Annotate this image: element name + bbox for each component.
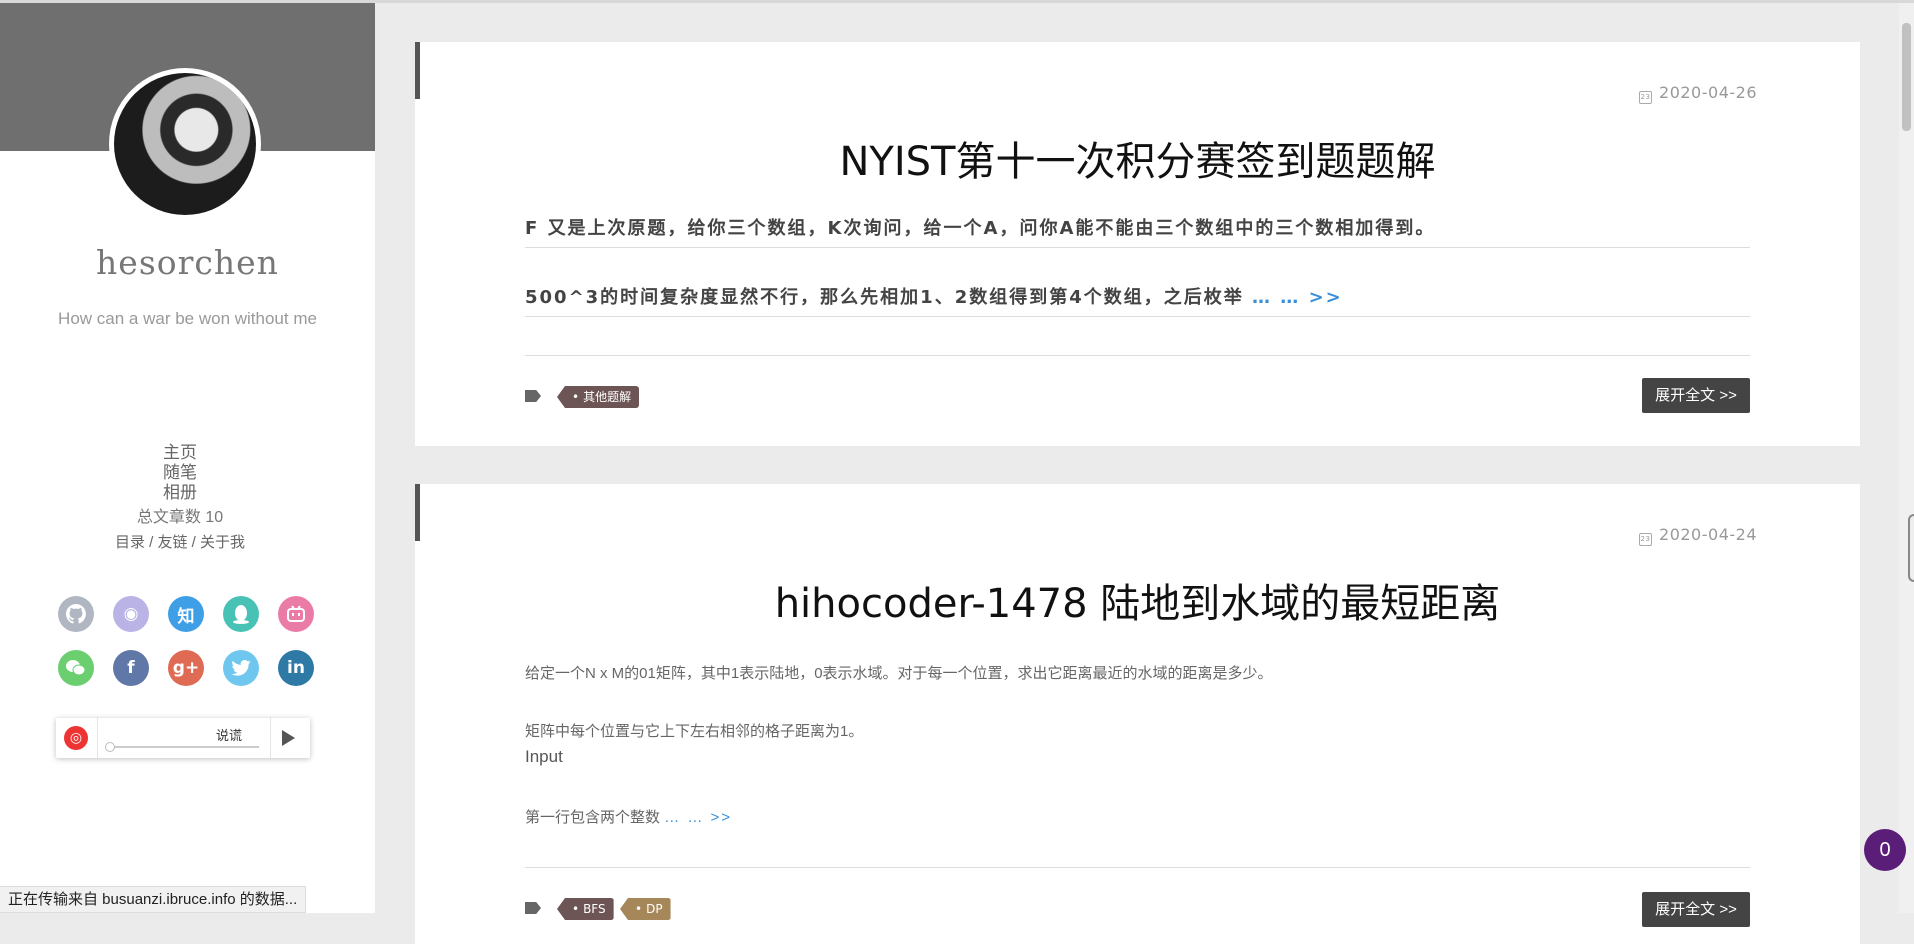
post-card: 23 2020-04-24 hihocoder-1478 陆地到水域的最短距离 给… (415, 484, 1860, 944)
excerpt-divider (525, 316, 1750, 317)
page-scrollbar[interactable] (1899, 3, 1914, 913)
qq-icon[interactable] (223, 596, 259, 632)
avatar[interactable] (109, 68, 261, 220)
browser-status-bar: 正在传输来自 busuanzi.ibruce.info 的数据... (0, 886, 307, 913)
sidebar-links: 目录 / 友链 / 关于我 (0, 530, 360, 556)
progress-knob[interactable] (105, 742, 115, 752)
music-player: ◎ 说谎 (56, 718, 310, 758)
avatar-photo (114, 73, 256, 215)
excerpt-text: Input (525, 747, 563, 766)
excerpt-text: 第一行包含两个整数 (525, 809, 661, 826)
post-card: 23 2020-04-26 NYIST第十一次积分赛签到题题解 F 又是上次原题，… (415, 42, 1860, 446)
post-date-text: 2020-04-24 (1659, 525, 1757, 544)
link-toc[interactable]: 目录 (115, 534, 145, 551)
post-date: 23 2020-04-26 (1639, 83, 1757, 104)
tag-chip[interactable]: 其他题解 (557, 386, 640, 408)
progress-track[interactable] (109, 746, 259, 748)
sidebar-nav: 主页 随笔 相册 总文章数 10 目录 / 友链 / 关于我 (0, 443, 360, 556)
tag-chip[interactable]: DP (620, 898, 671, 920)
read-more-link[interactable]: … … >> (664, 809, 732, 826)
post-excerpt-line: F 又是上次原题，给你三个数组，K次询问，给一个A，问你A能不能由三个数组中的三… (525, 214, 1750, 240)
player-divider-right (270, 718, 271, 758)
song-title: 说谎 (216, 728, 243, 743)
zhihu-icon[interactable]: 知 (168, 596, 204, 632)
play-icon[interactable] (282, 730, 295, 746)
expand-full-button[interactable]: 展开全文 >> (1642, 892, 1750, 927)
excerpt-text: 500^3的时间复杂度显然不行，那么先相加1、2数组得到第4个数组，之后枚举 (525, 287, 1244, 308)
post-date-text: 2020-04-26 (1659, 83, 1757, 102)
tag-chip[interactable]: BFS (557, 898, 614, 920)
nav-essays[interactable]: 随笔 (0, 463, 360, 483)
googleplus-icon[interactable]: g+ (168, 650, 204, 686)
author-motto: How can a war be won without me (58, 309, 317, 328)
sidebar: hesorchen How can a war be won without m… (0, 3, 375, 913)
post-title[interactable]: NYIST第十一次积分赛签到题题解 (415, 129, 1860, 187)
footer-divider (525, 355, 1750, 356)
read-more-link[interactable]: … … >> (1252, 287, 1343, 308)
author-name[interactable]: hesorchen (0, 243, 375, 282)
excerpt-text: F 又是上次原题，给你三个数组，K次询问，给一个A，问你A能不能由三个数组中的三… (525, 218, 1436, 239)
facebook-icon[interactable]: f (113, 650, 149, 686)
post-accent-bar (415, 42, 420, 99)
social-links: ◉ 知 f g+ in (58, 596, 328, 704)
weibo-icon[interactable]: ◉ (113, 596, 149, 632)
linkedin-icon[interactable]: in (278, 650, 314, 686)
wechat-icon[interactable] (58, 650, 94, 686)
post-excerpt-line: 第一行包含两个整数 … … >> (525, 806, 1750, 827)
excerpt-text: 矩阵中每个位置与它上下左右相邻的格子距离为1。 (525, 723, 864, 740)
post-date: 23 2020-04-24 (1639, 525, 1757, 546)
github-icon[interactable] (58, 596, 94, 632)
calendar-icon: 23 (1639, 533, 1653, 546)
expand-full-button[interactable]: 展开全文 >> (1642, 378, 1750, 413)
nav-home[interactable]: 主页 (0, 443, 360, 463)
tag-icon (525, 902, 541, 914)
post-excerpt-line: 500^3的时间复杂度显然不行，那么先相加1、2数组得到第4个数组，之后枚举 …… (525, 283, 1750, 309)
post-accent-bar (415, 484, 420, 541)
nav-album[interactable]: 相册 (0, 483, 360, 503)
post-count: 总文章数 10 (136, 509, 224, 526)
side-drawer-tab[interactable] (1908, 514, 1914, 582)
twitter-icon[interactable] (223, 650, 259, 686)
excerpt-divider (525, 247, 1750, 248)
link-about[interactable]: / 关于我 (192, 534, 245, 551)
footer-divider (525, 867, 1750, 868)
excerpt-text: 给定一个N x M的01矩阵，其中1表示陆地，0表示水域。对于每一个位置，求出它… (525, 665, 1273, 682)
tag-icon (525, 390, 541, 402)
calendar-icon: 23 (1639, 91, 1653, 104)
player-divider (97, 718, 98, 758)
comment-count-badge[interactable]: 0 (1864, 829, 1906, 871)
scrollbar-thumb[interactable] (1902, 23, 1911, 131)
bilibili-icon[interactable] (278, 596, 314, 632)
link-friends[interactable]: / 友链 (149, 534, 187, 551)
netease-music-icon[interactable]: ◎ (64, 726, 88, 750)
post-title[interactable]: hihocoder-1478 陆地到水域的最短距离 (415, 571, 1860, 629)
